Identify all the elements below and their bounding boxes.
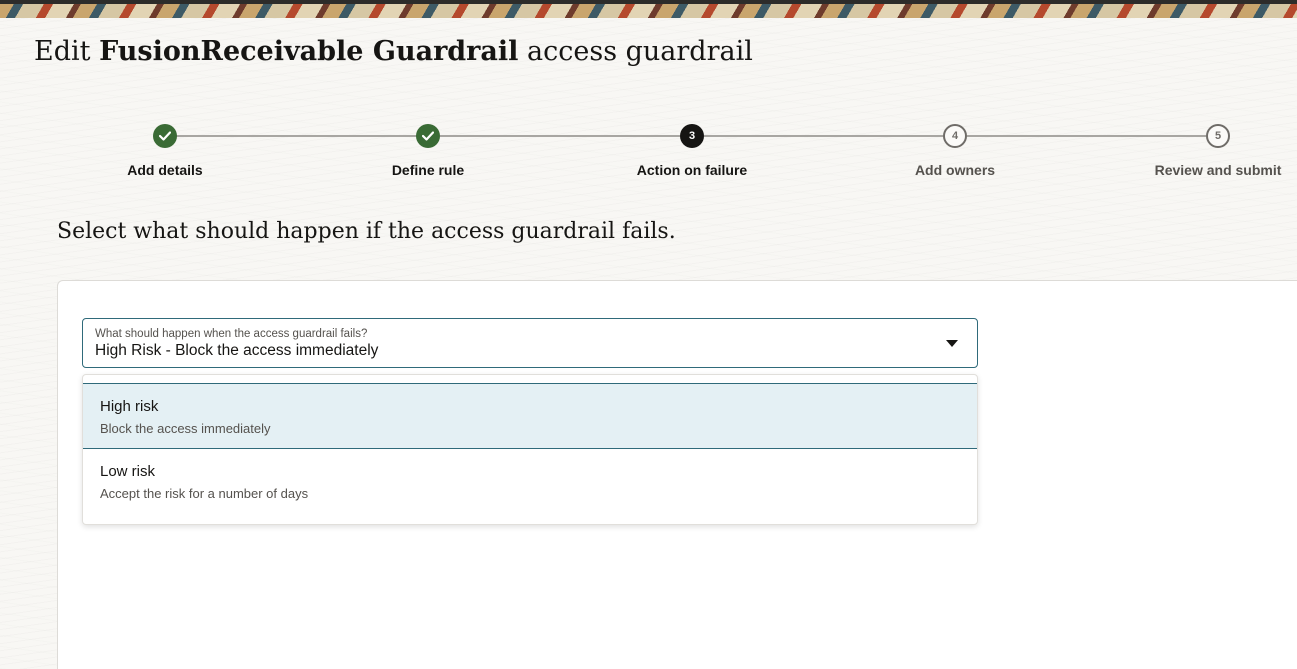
option-title: Low risk bbox=[100, 463, 156, 480]
step-add-owners[interactable]: 4 Add owners bbox=[855, 120, 1055, 178]
step-number: 4 bbox=[943, 124, 967, 148]
step-label: Review and submit bbox=[1154, 162, 1282, 178]
step-add-details[interactable]: Add details bbox=[65, 120, 265, 178]
step-review-and-submit[interactable]: 5 Review and submit bbox=[1118, 120, 1297, 178]
option-description: Block the access immediately bbox=[100, 421, 271, 436]
page-title-suffix: access guardrail bbox=[527, 36, 753, 67]
chevron-down-icon[interactable] bbox=[946, 340, 958, 347]
step-label: Action on failure bbox=[636, 162, 748, 178]
step-label: Add owners bbox=[914, 162, 996, 178]
failure-action-select[interactable]: What should happen when the access guard… bbox=[82, 318, 978, 368]
page: Edit FusionReceivable Guardrail access g… bbox=[0, 0, 1297, 669]
section-heading: Select what should happen if the access … bbox=[57, 219, 676, 244]
select-label: What should happen when the access guard… bbox=[95, 328, 368, 340]
check-icon bbox=[153, 124, 177, 148]
step-number: 5 bbox=[1206, 124, 1230, 148]
check-icon bbox=[416, 124, 440, 148]
step-label: Define rule bbox=[391, 162, 465, 178]
option-description: Accept the risk for a number of days bbox=[100, 486, 309, 501]
guardrail-name: FusionReceivable Guardrail bbox=[99, 36, 519, 67]
train-stepper: Add details Define rule 3 Action on fail… bbox=[0, 120, 1297, 190]
page-title-prefix: Edit bbox=[34, 36, 91, 67]
step-define-rule[interactable]: Define rule bbox=[328, 120, 528, 178]
page-title: Edit FusionReceivable Guardrail access g… bbox=[34, 34, 753, 70]
select-value: High Risk - Block the access immediately bbox=[95, 342, 379, 359]
step-number: 3 bbox=[680, 124, 704, 148]
select-dropdown-list: High risk Block the access immediately L… bbox=[82, 374, 978, 525]
step-label: Add details bbox=[127, 162, 203, 178]
option-low-risk[interactable]: Low risk Accept the risk for a number of… bbox=[83, 449, 977, 515]
option-high-risk[interactable]: High risk Block the access immediately bbox=[83, 383, 977, 449]
option-title: High risk bbox=[100, 398, 159, 415]
step-action-on-failure[interactable]: 3 Action on failure bbox=[592, 120, 792, 178]
decorative-banner bbox=[0, 0, 1297, 18]
